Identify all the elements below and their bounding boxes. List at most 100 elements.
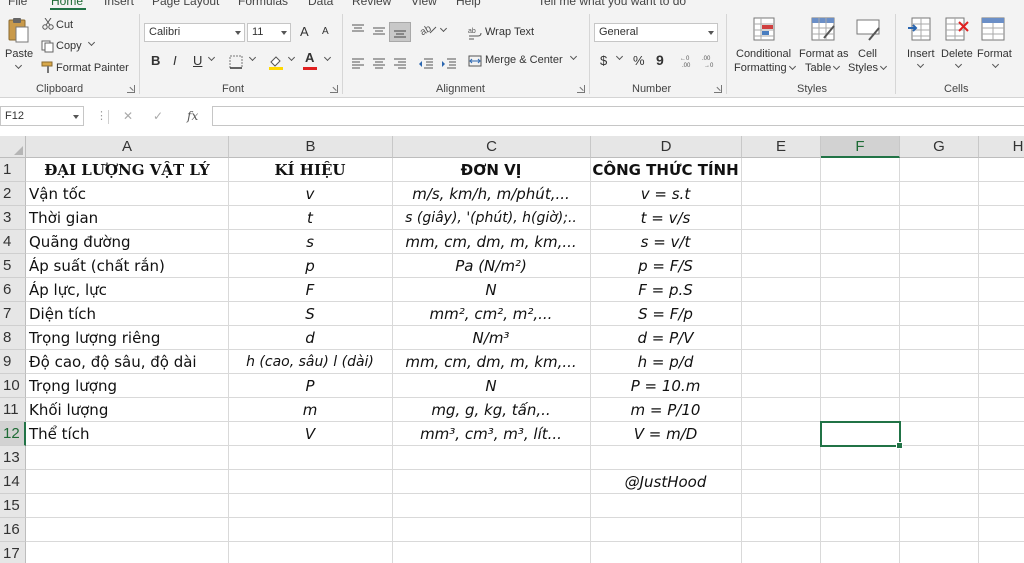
cell-b10[interactable]: P <box>228 374 392 398</box>
copy-button[interactable]: Copy <box>56 40 82 52</box>
cell-a10[interactable]: Trọng lượng <box>26 374 228 398</box>
format-painter-button[interactable]: Format Painter <box>56 62 129 74</box>
decrease-indent-icon[interactable] <box>418 58 434 73</box>
cell-a11[interactable]: Khối lượng <box>26 398 228 422</box>
cell-a2[interactable]: Vận tốc <box>26 182 228 206</box>
cell-b5[interactable]: p <box>228 254 392 278</box>
row-header-12[interactable]: 12 <box>0 422 26 446</box>
shrink-font-button[interactable]: A <box>322 26 329 37</box>
cell-c6[interactable]: N <box>392 278 590 302</box>
cell-d12[interactable]: V = m/D <box>590 422 741 446</box>
font-launcher-icon[interactable] <box>330 85 338 93</box>
select-all-button[interactable] <box>0 136 26 158</box>
decrease-decimal-icon[interactable]: .00 →0 <box>702 53 718 72</box>
alignment-launcher-icon[interactable] <box>577 85 585 93</box>
conditional-formatting-button[interactable]: Conditional <box>736 48 791 60</box>
cell-a12[interactable]: Thể tích <box>26 422 228 446</box>
borders-dropdown-icon[interactable] <box>247 53 257 65</box>
comma-style-button[interactable]: 9 <box>656 52 664 68</box>
align-center-icon[interactable] <box>372 58 386 73</box>
cancel-entry-icon[interactable]: ✕ <box>123 109 133 123</box>
cell-c1[interactable]: ĐƠN VỊ <box>392 158 590 182</box>
cell-a1[interactable]: ĐẠI LƯỢNG VẬT LÝ <box>26 158 228 182</box>
tab-review[interactable]: Review <box>352 0 391 8</box>
column-header-a[interactable]: A <box>26 136 229 158</box>
cell-b8[interactable]: d <box>228 326 392 350</box>
column-header-e[interactable]: E <box>742 136 821 158</box>
cell-styles-label[interactable]: Styles <box>848 62 888 74</box>
row-header-4[interactable]: 4 <box>0 230 26 254</box>
underline-button[interactable]: U <box>193 53 202 68</box>
grow-font-button[interactable]: A <box>300 24 309 39</box>
bold-button[interactable]: B <box>151 53 160 68</box>
accounting-dropdown-icon[interactable] <box>614 52 624 64</box>
tab-file[interactable]: File <box>8 0 27 8</box>
column-header-g[interactable]: G <box>900 136 979 158</box>
cell-d10[interactable]: P = 10.m <box>590 374 741 398</box>
cell-a9[interactable]: Độ cao, độ sâu, độ dài <box>26 350 228 374</box>
column-header-f[interactable]: F <box>821 136 900 158</box>
font-color-dropdown-icon[interactable] <box>322 53 332 65</box>
cell-b7[interactable]: S <box>228 302 392 326</box>
italic-button[interactable]: I <box>173 53 177 68</box>
cell-d2[interactable]: v = s.t <box>590 182 741 206</box>
cell-c11[interactable]: mg, g, kg, tấn,.. <box>392 398 590 422</box>
name-box[interactable]: F12 <box>0 106 84 126</box>
cell-b2[interactable]: v <box>228 182 392 206</box>
cell-c5[interactable]: Pa (N/m²) <box>392 254 590 278</box>
column-header-d[interactable]: D <box>591 136 742 158</box>
cell-a8[interactable]: Trọng lượng riêng <box>26 326 228 350</box>
tab-view[interactable]: View <box>411 0 437 8</box>
cell-d14[interactable]: @JustHood <box>590 470 741 494</box>
row-header-6[interactable]: 6 <box>0 278 26 302</box>
copy-dropdown-icon[interactable] <box>86 38 96 50</box>
font-color-button[interactable]: A <box>305 50 314 65</box>
tell-me-search[interactable]: Tell me what you want to do <box>538 0 686 8</box>
align-middle-icon[interactable] <box>372 26 386 41</box>
cell-b4[interactable]: s <box>228 230 392 254</box>
cell-c8[interactable]: N/m³ <box>392 326 590 350</box>
column-header-h[interactable]: H <box>979 136 1024 158</box>
row-header-16[interactable]: 16 <box>0 518 26 542</box>
font-name-combo[interactable]: Calibri <box>144 23 245 42</box>
row-header-8[interactable]: 8 <box>0 326 26 350</box>
row-header-2[interactable]: 2 <box>0 182 26 206</box>
cell-b3[interactable]: t <box>228 206 392 230</box>
paste-button[interactable]: Paste <box>5 48 33 60</box>
cell-c12[interactable]: mm³, cm³, m³, lít... <box>392 422 590 446</box>
wrap-text-button[interactable]: Wrap Text <box>485 26 534 38</box>
tab-formulas[interactable]: Formulas <box>238 0 288 8</box>
row-header-7[interactable]: 7 <box>0 302 26 326</box>
fill-color-icon[interactable] <box>268 54 284 73</box>
row-header-10[interactable]: 10 <box>0 374 26 398</box>
conditional-formatting-label[interactable]: Formatting <box>734 62 796 74</box>
delete-dropdown-icon[interactable] <box>953 60 963 72</box>
cell-d3[interactable]: t = v/s <box>590 206 741 230</box>
tab-data[interactable]: Data <box>308 0 333 8</box>
cell-d11[interactable]: m = P/10 <box>590 398 741 422</box>
cell-c9[interactable]: mm, cm, dm, m, km,... <box>392 350 590 374</box>
cell-d6[interactable]: F = p.S <box>590 278 741 302</box>
merge-center-button[interactable]: Merge & Center <box>485 54 563 66</box>
row-header-3[interactable]: 3 <box>0 206 26 230</box>
row-header-13[interactable]: 13 <box>0 446 26 470</box>
align-top-icon[interactable] <box>351 24 365 39</box>
merge-center-dropdown-icon[interactable] <box>568 52 578 64</box>
paste-icon[interactable] <box>7 16 29 44</box>
cell-a4[interactable]: Quãng đường <box>26 230 228 254</box>
cell-c7[interactable]: mm², cm², m²,... <box>392 302 590 326</box>
insert-function-icon[interactable]: fx <box>187 109 198 123</box>
tab-page-layout[interactable]: Page Layout <box>152 0 219 8</box>
insert-button[interactable]: Insert <box>907 48 935 60</box>
cell-d8[interactable]: d = P/V <box>590 326 741 350</box>
format-as-table-button[interactable]: Format as <box>799 48 849 60</box>
cell-b12[interactable]: V <box>228 422 392 446</box>
cell-d9[interactable]: h = p/d <box>590 350 741 374</box>
cell-d1[interactable]: CÔNG THỨC TÍNH <box>590 158 741 182</box>
accounting-format-button[interactable]: $ <box>600 53 607 68</box>
row-header-15[interactable]: 15 <box>0 494 26 518</box>
cell-c10[interactable]: N <box>392 374 590 398</box>
align-right-icon[interactable] <box>393 58 407 73</box>
cell-b9[interactable]: h (cao, sâu) l (dài) <box>228 350 392 374</box>
increase-indent-icon[interactable] <box>441 58 457 73</box>
